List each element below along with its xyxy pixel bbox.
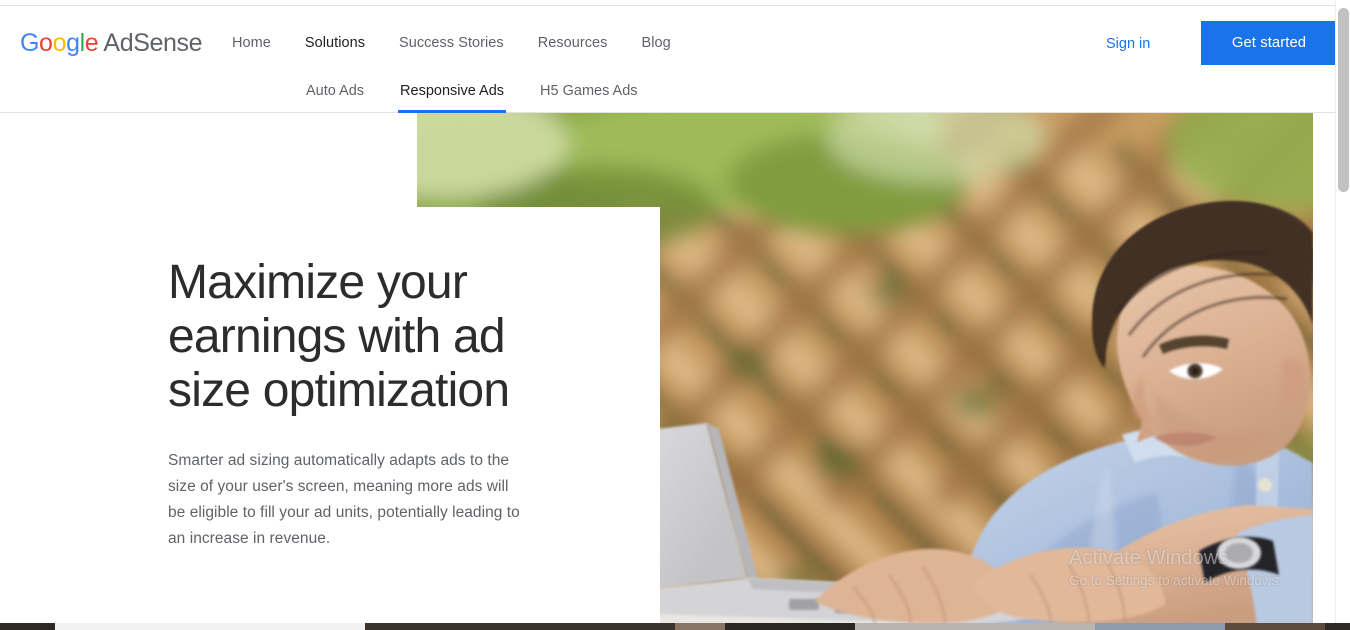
hero-headline: Maximize your earnings with ad size opti… <box>168 256 510 417</box>
get-started-button[interactable]: Get started <box>1201 21 1337 65</box>
bottom-strip-segment <box>725 623 855 630</box>
subnav-item-auto-ads[interactable]: Auto Ads <box>306 68 364 113</box>
secondary-navigation: Auto Ads Responsive Ads H5 Games Ads <box>0 68 1335 113</box>
hero-paragraph: Smarter ad sizing automatically adapts a… <box>168 452 520 547</box>
sign-in-link[interactable]: Sign in <box>1106 36 1150 52</box>
logo-product-name: AdSense <box>98 29 203 57</box>
bottom-strip-segment <box>855 623 1095 630</box>
adsense-landing-page: Google AdSense Home Solutions Success St… <box>0 0 1350 630</box>
bottom-strip-segment <box>365 623 675 630</box>
page-scrollbar[interactable] <box>1335 0 1350 630</box>
site-header: Google AdSense Home Solutions Success St… <box>0 6 1337 75</box>
bottom-strip-segment <box>55 623 365 630</box>
hero-text-block: Maximize your earnings with ad size opti… <box>168 256 568 552</box>
logo-letter-o1: o <box>39 29 53 57</box>
bottom-clipped-strip <box>0 623 1350 630</box>
subnav-item-responsive-ads[interactable]: Responsive Ads <box>398 68 507 113</box>
bottom-strip-segment <box>675 623 725 630</box>
scrollbar-thumb[interactable] <box>1338 8 1349 192</box>
logo-letter-o2: o <box>52 29 67 57</box>
bottom-strip-segment <box>1095 623 1225 630</box>
subnav-item-h5-games-ads[interactable]: H5 Games Ads <box>540 68 638 113</box>
google-adsense-logo[interactable]: Google AdSense <box>20 29 203 57</box>
logo-letter-e: e <box>84 29 99 57</box>
logo-letter-g2: g <box>66 29 80 57</box>
logo-letter-g: G <box>20 29 40 57</box>
bottom-strip-segment <box>1225 623 1325 630</box>
